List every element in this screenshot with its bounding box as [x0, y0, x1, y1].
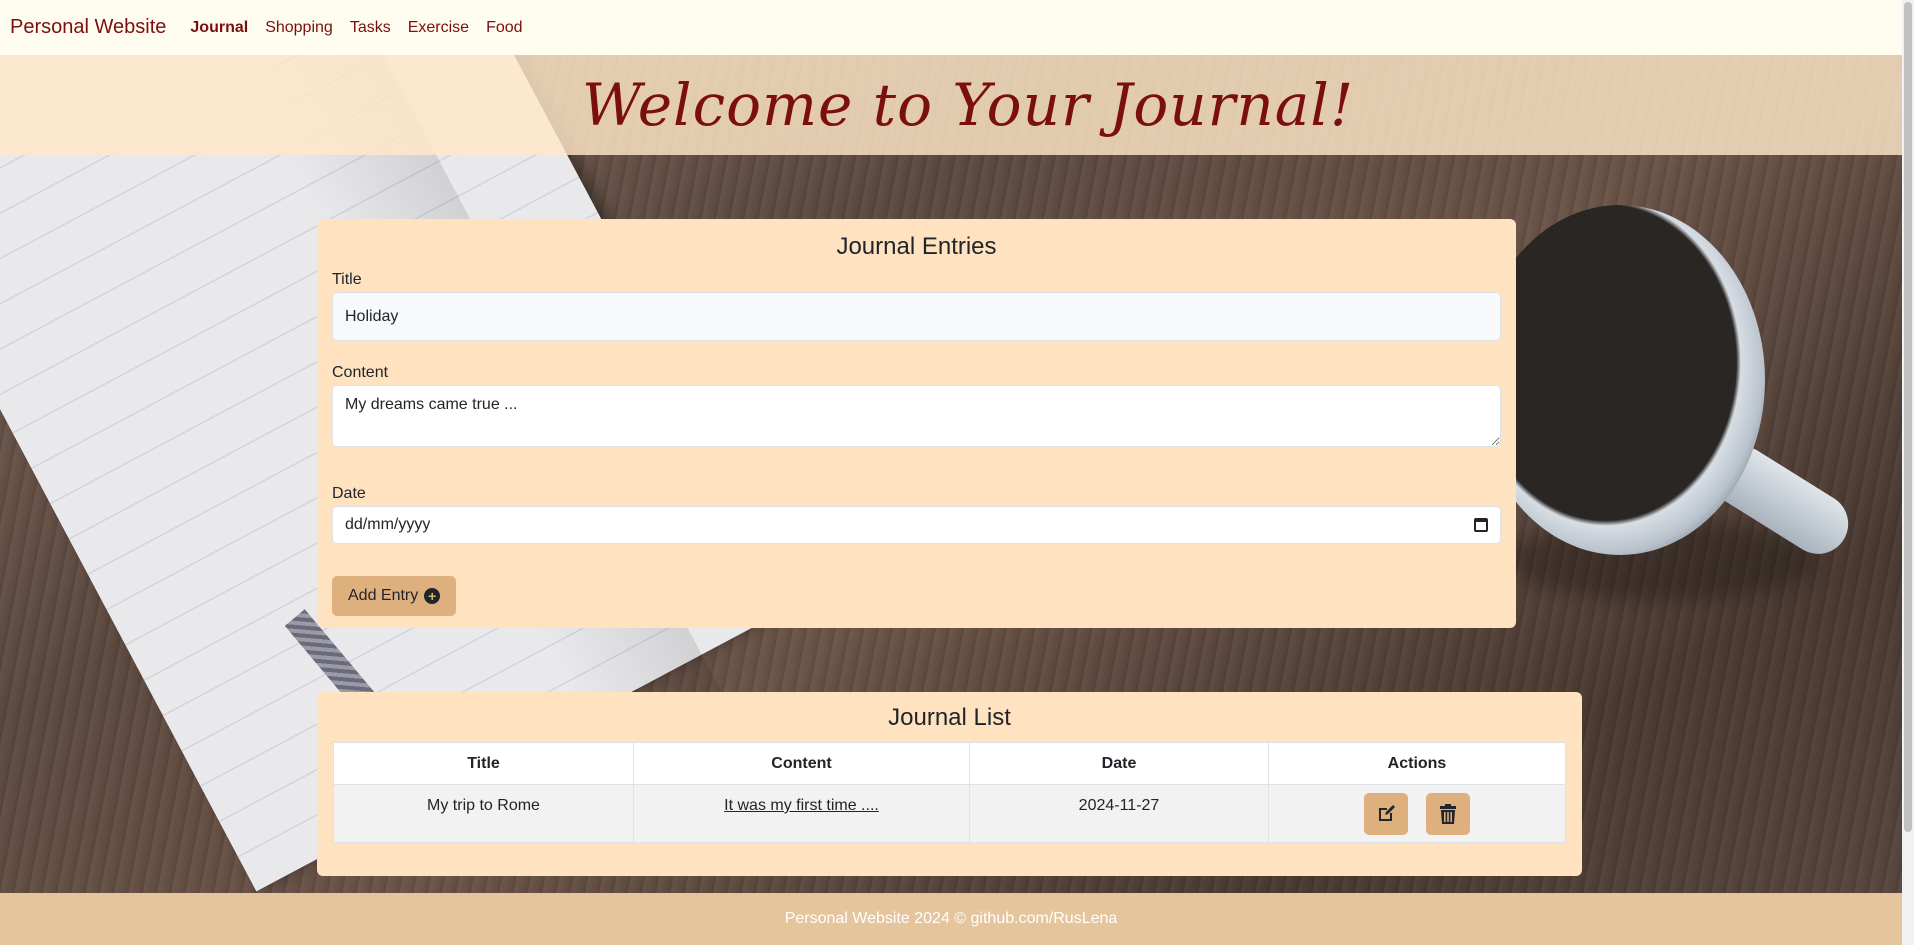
nav-link-journal[interactable]: Journal — [190, 19, 248, 37]
edit-button[interactable] — [1363, 792, 1408, 835]
nav-link-tasks[interactable]: Tasks — [350, 19, 391, 37]
content-textarea[interactable]: My dreams came true ... — [332, 385, 1501, 447]
date-label: Date — [332, 485, 366, 502]
column-header-title: Title — [333, 742, 634, 785]
column-header-date: Date — [969, 742, 1269, 785]
date-placeholder: dd/mm/yyyy — [345, 516, 431, 533]
edit-icon — [1378, 804, 1395, 821]
row-actions — [1268, 784, 1566, 843]
brand-link[interactable]: Personal Website — [10, 16, 166, 39]
journal-entry-form: Journal Entries Title Content My dreams … — [317, 219, 1516, 628]
scrollbar-thumb[interactable] — [1904, 2, 1912, 832]
navbar: Personal Website Journal Shopping Tasks … — [0, 0, 1902, 55]
page-title: Welcome to Your Journal! — [581, 71, 1355, 139]
row-title: My trip to Rome — [333, 784, 634, 843]
plus-circle-icon: + — [424, 588, 441, 604]
nav-link-food[interactable]: Food — [486, 19, 522, 37]
trash-icon — [1440, 803, 1457, 824]
date-input[interactable]: dd/mm/yyyy — [332, 506, 1501, 544]
table-row: My trip to Rome It was my first time ...… — [333, 784, 1566, 843]
title-input[interactable] — [332, 292, 1501, 341]
column-header-content: Content — [633, 742, 970, 785]
add-entry-label: Add Entry — [348, 587, 419, 604]
title-label: Title — [332, 271, 362, 288]
delete-button[interactable] — [1426, 792, 1471, 835]
journal-list: Journal List Title Content Date Actions … — [317, 692, 1582, 876]
journal-table: Title Content Date Actions My trip to Ro… — [333, 742, 1566, 843]
nav-link-exercise[interactable]: Exercise — [408, 19, 469, 37]
page-header: Welcome to Your Journal! — [0, 55, 1902, 155]
column-header-actions: Actions — [1268, 742, 1566, 785]
nav-link-shopping[interactable]: Shopping — [265, 19, 333, 37]
calendar-icon[interactable] — [1474, 518, 1488, 532]
content-label: Content — [332, 364, 389, 381]
form-heading: Journal Entries — [836, 233, 997, 260]
footer-text: Personal Website 2024 © github.com/RusLe… — [784, 910, 1118, 927]
vertical-scrollbar[interactable] — [1902, 0, 1914, 945]
coffee-mug — [1475, 205, 1765, 555]
table-header-row: Title Content Date Actions — [333, 742, 1566, 785]
row-date: 2024-11-27 — [969, 784, 1269, 843]
add-entry-button[interactable]: Add Entry + — [332, 576, 457, 616]
list-heading: Journal List — [888, 704, 1011, 731]
row-content-link[interactable]: It was my first time .... — [724, 797, 879, 814]
page-footer: Personal Website 2024 © github.com/RusLe… — [0, 893, 1902, 945]
